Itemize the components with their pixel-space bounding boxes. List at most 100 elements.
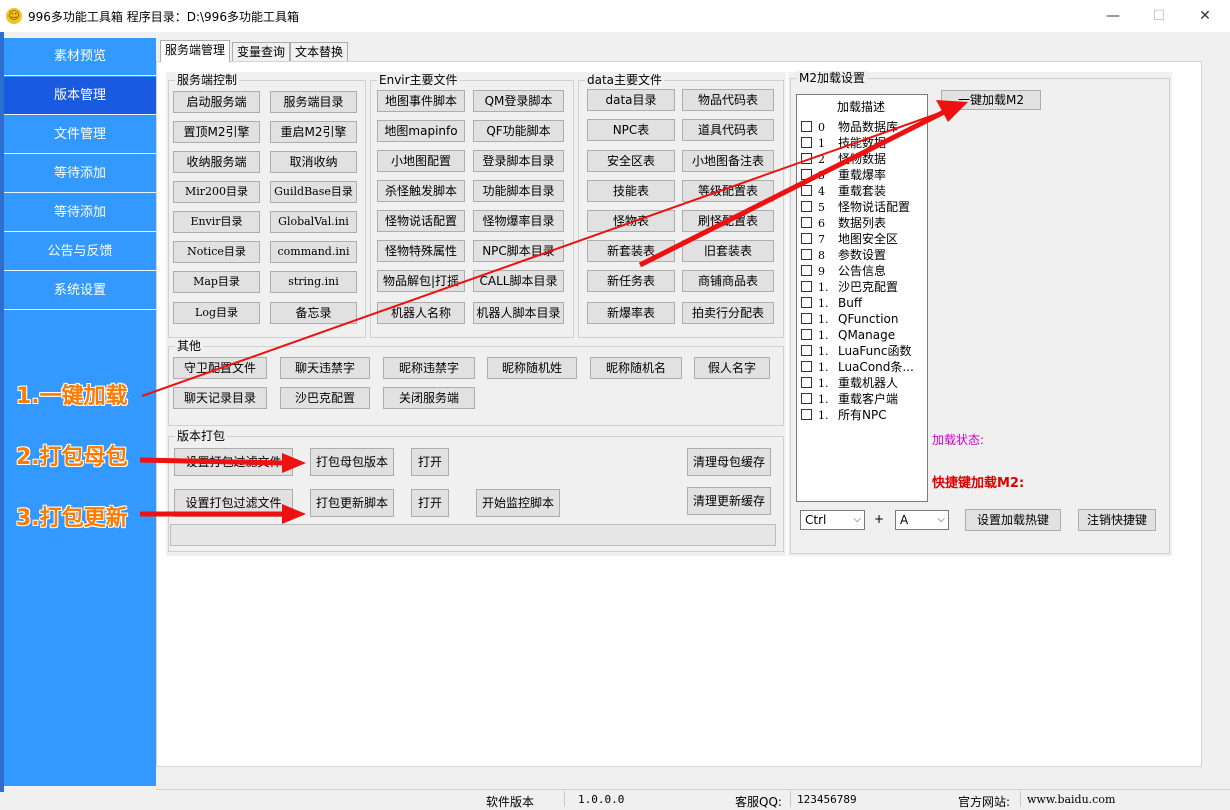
collapse-server-button[interactable]: 收纳服务端 (173, 151, 260, 173)
globalval-button[interactable]: GlobalVal.ini (270, 211, 357, 233)
command-ini-button[interactable]: command.ini (270, 241, 357, 263)
mir200-dir-button[interactable]: Mir200目录 (173, 181, 260, 203)
tab-server-management[interactable]: 服务端管理 (160, 40, 231, 62)
sidebar-item-pending-2[interactable]: 等待添加 (4, 194, 156, 232)
checkbox[interactable] (801, 169, 812, 180)
log-dir-button[interactable]: Log目录 (173, 302, 260, 324)
item-code-table-button[interactable]: 物品代码表 (682, 89, 774, 111)
list-item[interactable]: 1. Buff (801, 295, 862, 311)
spawn-config-table-button[interactable]: 刷怪配置表 (682, 210, 774, 232)
checkbox[interactable] (801, 393, 812, 404)
remove-hotkey-button[interactable]: 注销快捷键 (1078, 509, 1156, 531)
safe-zone-table-button[interactable]: 安全区表 (587, 150, 675, 172)
set-pack-filter-button-1[interactable]: 设置打包过滤文件 (174, 448, 293, 476)
monster-special-attr-button[interactable]: 怪物特殊属性 (377, 240, 465, 262)
pack-update-script-button[interactable]: 打包更新脚本 (310, 489, 394, 517)
sidebar-item-pending-1[interactable]: 等待添加 (4, 155, 156, 193)
checkbox[interactable] (801, 265, 812, 276)
list-item[interactable]: 1. QFunction (801, 311, 899, 327)
site-value[interactable]: www.baidu.com (1027, 793, 1115, 806)
maximize-button[interactable]: ☐ (1136, 0, 1182, 32)
new-task-table-button[interactable]: 新任务表 (587, 270, 675, 292)
m2-load-list[interactable]: 加载描述 0 物品数据库 1 技能数据 2 怪物数据 3 重载爆率 4 重载套装 5 怪物说话配置 6 数… (796, 94, 928, 502)
checkbox[interactable] (801, 137, 812, 148)
old-set-table-button[interactable]: 旧套装表 (682, 240, 774, 262)
load-m2-button[interactable]: 一键加载M2 (941, 90, 1041, 110)
checkbox[interactable] (801, 345, 812, 356)
checkbox[interactable] (801, 329, 812, 340)
qf-function-script-button[interactable]: QF功能脚本 (473, 120, 564, 142)
set-hotkey-button[interactable]: 设置加载热键 (965, 509, 1061, 531)
item-unpack-button[interactable]: 物品解包|打摇 (377, 270, 465, 292)
monster-table-button[interactable]: 怪物表 (587, 210, 675, 232)
checkbox[interactable] (801, 249, 812, 260)
shop-item-table-button[interactable]: 商铺商品表 (682, 270, 774, 292)
clear-base-cache-button[interactable]: 清理母包缓存 (687, 448, 771, 476)
tab-text-replace[interactable]: 文本替换 (290, 42, 349, 61)
checkbox[interactable] (801, 201, 812, 212)
nick-random-surname-button[interactable]: 昵称随机姓 (487, 357, 577, 379)
new-set-table-button[interactable]: 新套装表 (587, 240, 675, 262)
map-dir-button[interactable]: Map目录 (173, 271, 260, 293)
key-select[interactable]: A ⌵ (895, 510, 949, 530)
minimap-note-table-button[interactable]: 小地图备注表 (682, 150, 774, 172)
sidebar-item-system-settings[interactable]: 系统设置 (4, 272, 156, 310)
list-item[interactable]: 1. LuaFunc函数 (801, 343, 912, 359)
data-dir-button[interactable]: data目录 (587, 89, 675, 111)
restart-m2-button[interactable]: 重启M2引擎 (270, 121, 357, 143)
robot-script-dir-button[interactable]: 机器人脚本目录 (473, 302, 564, 324)
function-script-dir-button[interactable]: 功能脚本目录 (473, 180, 564, 202)
tab-variable-query[interactable]: 变量查询 (232, 42, 291, 61)
list-item[interactable]: 1 技能数据 (801, 135, 886, 151)
checkbox[interactable] (801, 297, 812, 308)
list-item[interactable]: 1. 重载客户端 (801, 391, 898, 407)
guard-config-button[interactable]: 守卫配置文件 (173, 357, 267, 379)
map-event-script-button[interactable]: 地图事件脚本 (377, 90, 465, 112)
checkbox[interactable] (801, 185, 812, 196)
level-config-table-button[interactable]: 等级配置表 (682, 180, 774, 202)
list-item[interactable]: 0 物品数据库 (801, 119, 898, 135)
kill-trigger-script-button[interactable]: 杀怪触发脚本 (377, 180, 465, 202)
open-button-2[interactable]: 打开 (411, 489, 449, 517)
list-item[interactable]: 2 怪物数据 (801, 151, 886, 167)
checkbox[interactable] (801, 409, 812, 420)
checkbox[interactable] (801, 313, 812, 324)
login-script-dir-button[interactable]: 登录脚本目录 (473, 150, 564, 172)
checkbox[interactable] (801, 153, 812, 164)
list-item[interactable]: 5 怪物说话配置 (801, 199, 910, 215)
sidebar-item-material-preview[interactable]: 素材预览 (4, 38, 156, 76)
list-item[interactable]: 7 地图安全区 (801, 231, 898, 247)
minimize-button[interactable]: — (1090, 0, 1136, 32)
sidebar-item-file-management[interactable]: 文件管理 (4, 116, 156, 154)
checkbox[interactable] (801, 233, 812, 244)
close-button[interactable]: ✕ (1182, 0, 1228, 32)
robot-name-button[interactable]: 机器人名称 (377, 302, 465, 324)
nick-random-name-button[interactable]: 昵称随机名 (590, 357, 682, 379)
prop-code-table-button[interactable]: 道具代码表 (682, 119, 774, 141)
checkbox[interactable] (801, 281, 812, 292)
call-script-dir-button[interactable]: CALL脚本目录 (473, 270, 564, 292)
list-item[interactable]: 1. QManage (801, 327, 895, 343)
notice-dir-button[interactable]: Notice目录 (173, 241, 260, 263)
list-item[interactable]: 4 重载套装 (801, 183, 886, 199)
list-item[interactable]: 1. 沙巴克配置 (801, 279, 898, 295)
checkbox[interactable] (801, 377, 812, 388)
auction-alloc-table-button[interactable]: 拍卖行分配表 (682, 302, 774, 324)
chat-log-dir-button[interactable]: 聊天记录目录 (173, 387, 267, 409)
npc-script-dir-button[interactable]: NPC脚本目录 (473, 240, 564, 262)
guildbase-dir-button[interactable]: GuildBase目录 (270, 181, 357, 203)
pack-base-version-button[interactable]: 打包母包版本 (310, 448, 394, 476)
list-item[interactable]: 9 公告信息 (801, 263, 886, 279)
checkbox[interactable] (801, 121, 812, 132)
list-item[interactable]: 1. 所有NPC (801, 407, 887, 423)
memo-button[interactable]: 备忘录 (270, 302, 357, 324)
qm-login-script-button[interactable]: QM登录脚本 (473, 90, 564, 112)
list-item[interactable]: 1. 重载机器人 (801, 375, 898, 391)
clear-update-cache-button[interactable]: 清理更新缓存 (687, 487, 771, 515)
bot-names-button[interactable]: 假人名字 (694, 357, 770, 379)
list-item[interactable]: 6 数据列表 (801, 215, 886, 231)
checkbox[interactable] (801, 361, 812, 372)
set-pack-filter-button-2[interactable]: 设置打包过滤文件 (174, 489, 293, 517)
sidebar-item-version-management[interactable]: 版本管理 (4, 77, 156, 115)
skill-table-button[interactable]: 技能表 (587, 180, 675, 202)
